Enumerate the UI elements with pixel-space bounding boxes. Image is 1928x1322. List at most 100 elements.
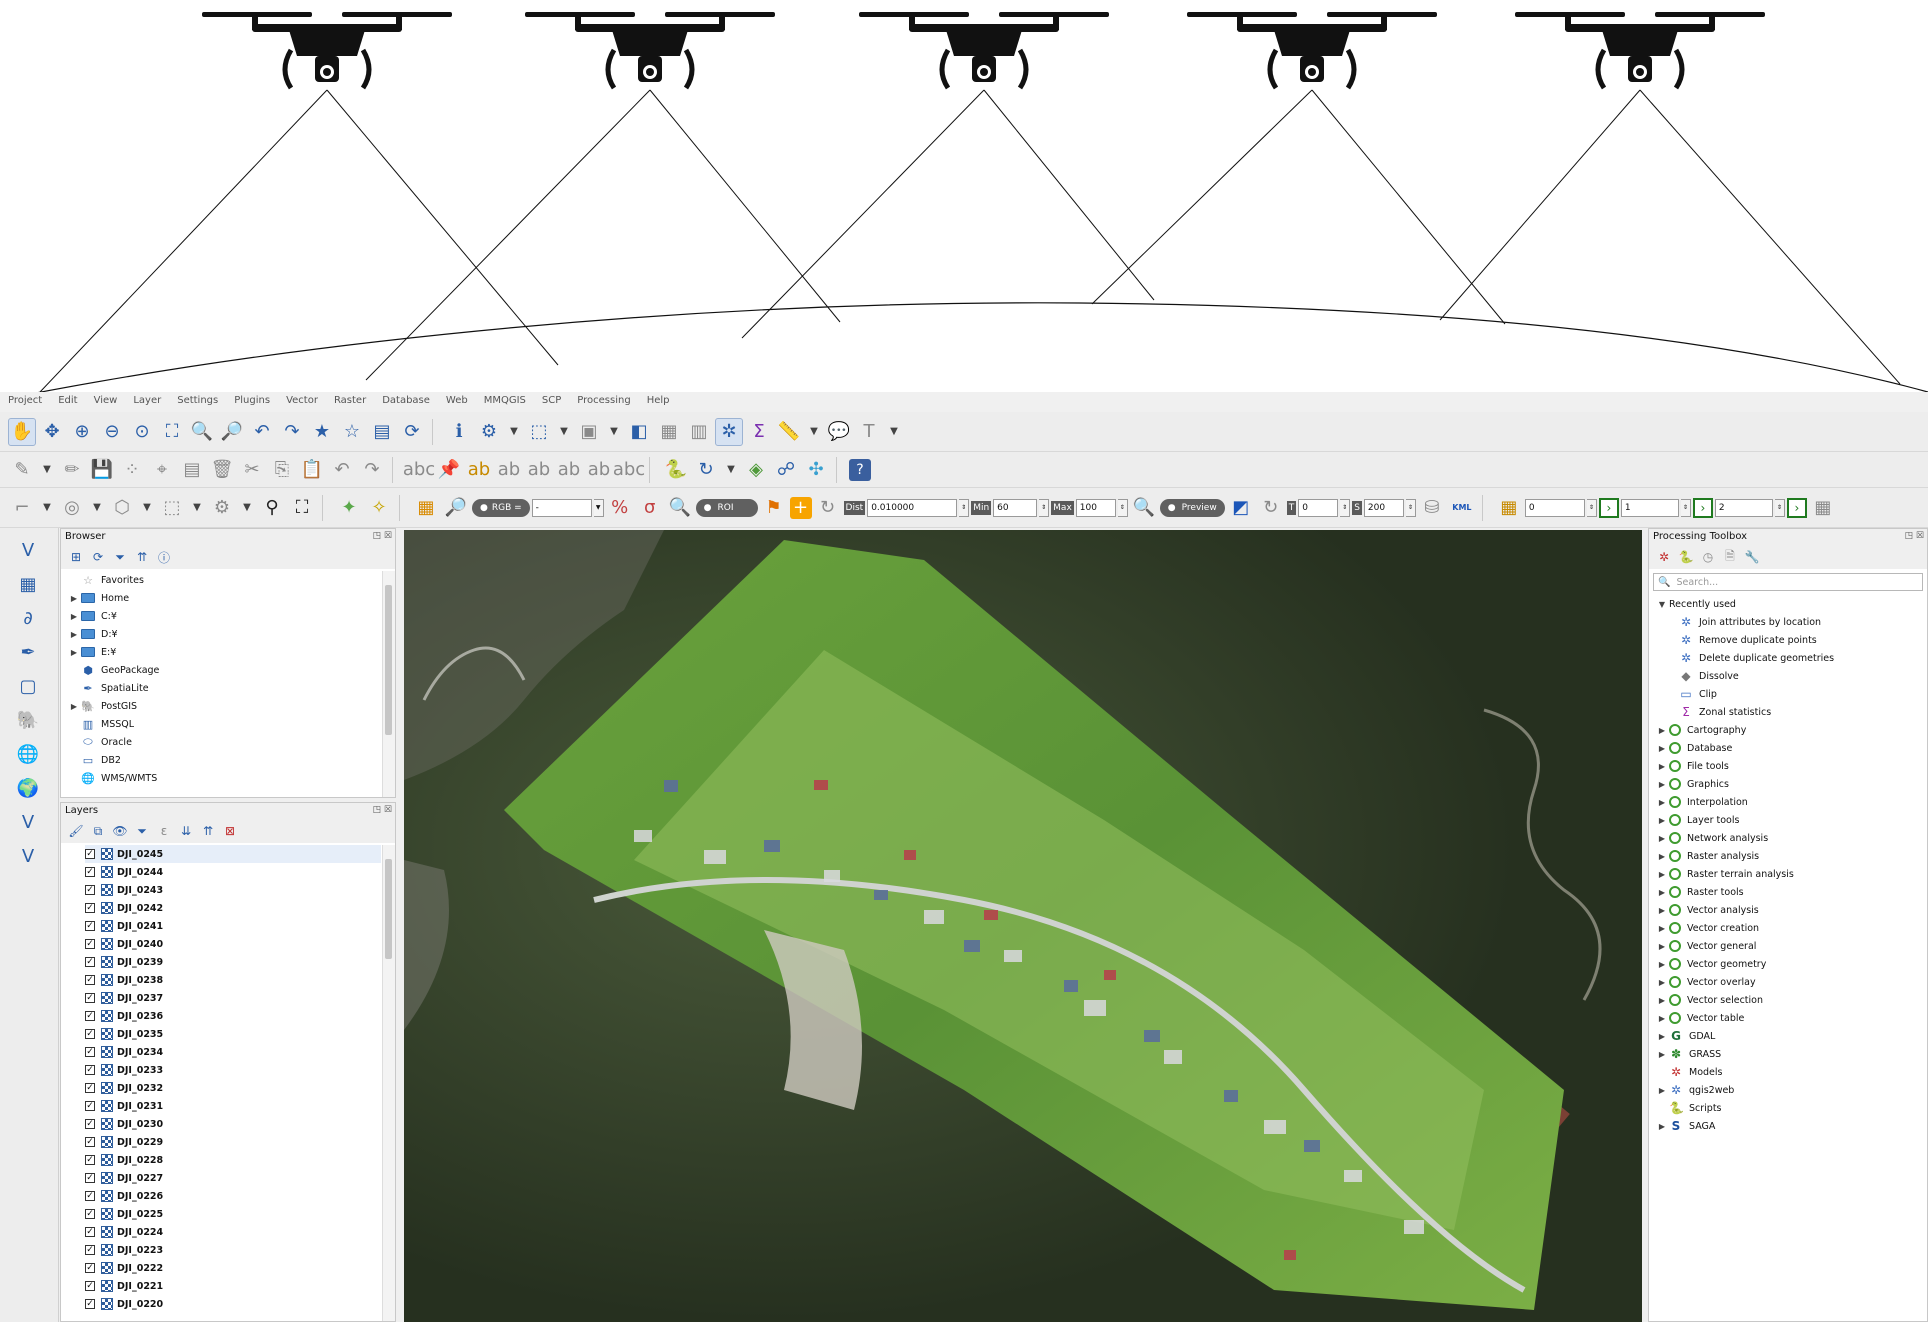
chevron-right-icon[interactable]: ▶: [67, 594, 81, 603]
provider-group[interactable]: ▶ Raster tools: [1655, 883, 1923, 901]
toggle-editing-icon[interactable]: ✏: [58, 456, 86, 484]
layer-visibility-checkbox[interactable]: ✓: [85, 1299, 95, 1309]
add-feature-icon[interactable]: ⁘: [118, 456, 146, 484]
help-icon[interactable]: ?: [849, 458, 871, 481]
zoom-full-icon[interactable]: ⛶: [158, 418, 186, 446]
scp-tools-icon[interactable]: ✧: [365, 494, 393, 522]
chevron-right-icon[interactable]: ▶: [1655, 1086, 1669, 1095]
menu-item[interactable]: MMQGIS: [476, 392, 534, 412]
layer-item[interactable]: ✓ DJI_0237: [85, 989, 381, 1007]
show-hide-labels-icon[interactable]: ab: [585, 456, 613, 484]
move-label-icon[interactable]: ab: [495, 456, 523, 484]
remove-layer-icon[interactable]: ⊠: [221, 822, 239, 840]
recent-algorithm-item[interactable]: ✲ Remove duplicate points: [1655, 631, 1923, 649]
chevron-right-icon[interactable]: ▶: [1655, 816, 1669, 825]
provider-group[interactable]: ▶ Raster analysis: [1655, 847, 1923, 865]
recent-algorithm-item[interactable]: ✲ Join attributes by location: [1655, 613, 1923, 631]
layer-item[interactable]: ✓ DJI_0227: [85, 1169, 381, 1187]
add-group-icon[interactable]: ⧉: [89, 822, 107, 840]
chevron-right-icon[interactable]: ▶: [1655, 960, 1669, 969]
attribute-table-icon[interactable]: ▦: [655, 418, 683, 446]
rgb-select[interactable]: -: [531, 498, 592, 517]
redo-icon[interactable]: ↷: [358, 456, 386, 484]
chevron-down-icon[interactable]: ▼: [593, 498, 604, 517]
zoom-roi-icon[interactable]: 🔍: [666, 494, 694, 522]
s-input[interactable]: 200: [1363, 498, 1404, 517]
rotate-plugin-icon[interactable]: ↻: [692, 456, 720, 484]
current-edits-icon[interactable]: ✎: [8, 456, 36, 484]
pan-to-selection-icon[interactable]: ✥: [38, 418, 66, 446]
t-input[interactable]: 0: [1298, 498, 1339, 517]
layer-item[interactable]: ✓ DJI_0226: [85, 1187, 381, 1205]
layer-visibility-checkbox[interactable]: ✓: [85, 993, 95, 1003]
menu-item[interactable]: Help: [639, 392, 678, 412]
layer-visibility-checkbox[interactable]: ✓: [85, 1029, 95, 1039]
chevron-right-icon[interactable]: ▶: [1655, 906, 1669, 915]
chevron-down-icon[interactable]: ▼: [188, 494, 206, 522]
add-mesh-layer-icon[interactable]: ∂: [14, 604, 42, 632]
layer-item[interactable]: ✓ DJI_0245: [85, 845, 381, 863]
add-vector-layer-icon[interactable]: V: [14, 536, 42, 564]
provider-group[interactable]: ▶ Graphics: [1655, 775, 1923, 793]
band-2-go-button[interactable]: ›: [1692, 497, 1713, 518]
layer-visibility-checkbox[interactable]: ✓: [85, 1065, 95, 1075]
chevron-right-icon[interactable]: ▶: [1655, 1014, 1669, 1023]
browser-item[interactable]: 🌐 WMS/WMTS: [67, 769, 381, 787]
chevron-right-icon[interactable]: ▶: [1655, 996, 1669, 1005]
chevron-right-icon[interactable]: ▶: [1655, 978, 1669, 987]
layer-visibility-checkbox[interactable]: ✓: [85, 957, 95, 967]
layer-visibility-checkbox[interactable]: ✓: [85, 849, 95, 859]
menu-item[interactable]: Processing: [569, 392, 638, 412]
menu-item[interactable]: Raster: [326, 392, 374, 412]
band-3-spinner[interactable]: ⇕: [1774, 498, 1785, 517]
menu-item[interactable]: Settings: [169, 392, 226, 412]
menu-item[interactable]: View: [86, 392, 126, 412]
raster-band-icon[interactable]: ▦: [1495, 494, 1523, 522]
browser-item[interactable]: ▶ D:¥: [67, 625, 381, 643]
menu-item[interactable]: Web: [438, 392, 476, 412]
layer-item[interactable]: ✓ DJI_0238: [85, 971, 381, 989]
provider-group[interactable]: ▶ S SAGA: [1655, 1117, 1923, 1135]
menu-item[interactable]: SCP: [534, 392, 569, 412]
min-input[interactable]: 60: [993, 498, 1038, 517]
band-1-go-button[interactable]: ›: [1598, 497, 1619, 518]
chevron-down-icon[interactable]: ▼: [88, 494, 106, 522]
chevron-right-icon[interactable]: ▶: [67, 612, 81, 621]
provider-group[interactable]: ▶ Database: [1655, 739, 1923, 757]
band-2-spinner[interactable]: ⇕: [1680, 498, 1691, 517]
highlight-pinned-labels-icon[interactable]: ab: [465, 456, 493, 484]
zoom-last-icon[interactable]: ↶: [248, 418, 276, 446]
recent-algorithm-item[interactable]: ✲ Delete duplicate geometries: [1655, 649, 1923, 667]
band-3-go-button[interactable]: ›: [1786, 497, 1807, 518]
std-stretch-icon[interactable]: σ: [636, 494, 664, 522]
add-raster-layer-icon[interactable]: ▦: [14, 570, 42, 598]
browser-item[interactable]: ▶ 🐘 PostGIS: [67, 697, 381, 715]
provider-group[interactable]: ▶ Vector geometry: [1655, 955, 1923, 973]
chevron-right-icon[interactable]: ▶: [1655, 870, 1669, 879]
menu-item[interactable]: Layer: [125, 392, 169, 412]
chevron-right-icon[interactable]: ▶: [67, 648, 81, 657]
provider-group[interactable]: ▶ Cartography: [1655, 721, 1923, 739]
grid-icon[interactable]: ▦: [1809, 494, 1837, 522]
filter-legend-icon[interactable]: ⏷: [133, 822, 151, 840]
provider-group[interactable]: 🐍 Scripts: [1655, 1099, 1923, 1117]
layer-visibility-checkbox[interactable]: ✓: [85, 921, 95, 931]
provider-group[interactable]: ▶ Vector overlay: [1655, 973, 1923, 991]
chevron-down-icon[interactable]: ▼: [38, 456, 56, 484]
chevron-right-icon[interactable]: ▶: [1655, 852, 1669, 861]
delete-selected-icon[interactable]: 🗑: [208, 456, 236, 484]
dist-spinner[interactable]: ⇕: [959, 498, 970, 517]
gear-edit-icon[interactable]: ⚙: [208, 494, 236, 522]
add-wcs-layer-icon[interactable]: 🌍: [14, 774, 42, 802]
chevron-down-icon[interactable]: ▼: [238, 494, 256, 522]
layer-visibility-checkbox[interactable]: ✓: [85, 1155, 95, 1165]
cut-icon[interactable]: ✂: [238, 456, 266, 484]
menu-item[interactable]: Project: [0, 392, 50, 412]
dist-input[interactable]: 0.010000: [867, 498, 958, 517]
chevron-right-icon[interactable]: ▶: [1655, 924, 1669, 933]
history-icon[interactable]: ◷: [1699, 548, 1717, 566]
advanced-digitize-icon[interactable]: ⬡: [108, 494, 136, 522]
new-shapefile-icon[interactable]: V: [14, 842, 42, 870]
refresh-icon[interactable]: ⟳: [89, 548, 107, 566]
menu-item[interactable]: Edit: [50, 392, 85, 412]
